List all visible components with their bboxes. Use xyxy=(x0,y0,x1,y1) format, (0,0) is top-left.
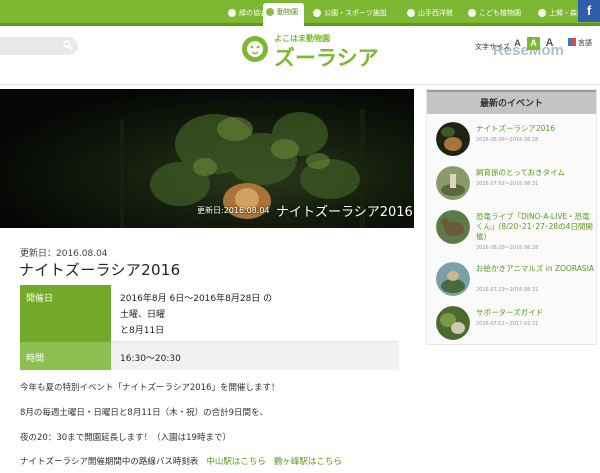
event-date: 2016.07.01～2016.08.31 xyxy=(476,181,539,187)
hero-update-date: 更新日:2016.08.04 xyxy=(197,206,270,215)
tab-yamate-western-houses[interactable]: 山手西洋館 xyxy=(404,4,453,22)
nav-dot-icon xyxy=(538,9,546,17)
tab-zoo[interactable]: 動物園 xyxy=(263,3,304,26)
period-label: 開催日 xyxy=(20,285,111,342)
time-label: 時間 xyxy=(20,342,111,370)
sidebar-heading: 最新のイベント xyxy=(427,90,596,114)
nav-dot-icon xyxy=(228,9,236,17)
font-size-medium-button[interactable]: A xyxy=(527,37,540,50)
tab-parks-sports[interactable]: 公園・スポーツ施設 xyxy=(310,4,387,22)
nav-dot-icon xyxy=(313,9,321,17)
event-thumbnail[interactable] xyxy=(436,210,470,244)
google-translate-icon xyxy=(568,38,576,46)
site-header: よこはま動物園 ズーラシア ReseMom 文字サイズ A A A 言語 xyxy=(0,29,600,85)
tab-children-botanical-garden[interactable]: こども植物園 xyxy=(465,4,521,22)
period-line: と8月11日 xyxy=(120,326,165,336)
time-value: 16:30～20:30 xyxy=(111,342,399,370)
event-thumbnail[interactable] xyxy=(436,306,470,340)
top-nav: 緑の協会 動物園 公園・スポーツ施設 山手西洋館 こども植物園 上郷・森の家 f xyxy=(0,0,600,26)
bus-timetable-text: ナイトズーラシア開催期間中の路線バス時刻表 xyxy=(20,457,199,467)
latest-events-sidebar: 最新のイベント ナイトズーラシア2016 2016.08.06～2016.08.… xyxy=(426,89,597,345)
event-title[interactable]: ナイトズーラシア2016 xyxy=(476,124,596,134)
paragraph: 今年も夏の特別イベント「ナイトズーラシア2016」を開催します！ xyxy=(20,383,280,393)
font-size-large-button[interactable]: A xyxy=(543,37,556,50)
nav-dot-icon xyxy=(407,9,415,17)
event-title[interactable]: お絵かきアニマルズ in ZOORASIA xyxy=(476,264,596,274)
facebook-icon[interactable]: f xyxy=(578,0,600,22)
event-date: 2016.08.06～2016.08.28 xyxy=(476,137,539,143)
nav-dot-icon xyxy=(468,9,476,17)
hero-title: ナイトズーラシア2016 xyxy=(276,205,413,220)
event-date: 2016.07.01～2017.03.31 xyxy=(476,321,539,327)
font-size-label: 文字サイズ xyxy=(475,43,510,51)
event-date: 2016.08.20～2016.08.28 xyxy=(476,245,539,251)
period-line: 土曜、日曜 xyxy=(120,310,166,320)
nakayama-station-link[interactable]: 中山駅はこちら xyxy=(206,457,266,467)
event-date: 2016.07.23～2016.08.31 xyxy=(476,287,539,293)
logo-title[interactable]: ズーラシア xyxy=(274,42,379,72)
tsurugamine-station-link[interactable]: 鶴ヶ峰駅はこちら xyxy=(274,457,342,467)
article-title: ナイトズーラシア2016 xyxy=(19,261,181,279)
font-size-small-button[interactable]: A xyxy=(511,37,524,50)
search-icon[interactable] xyxy=(63,40,73,50)
paragraph: 夜の20：30まで開園延長します！（入園は19時まで） xyxy=(20,433,231,443)
event-title[interactable]: サポーターズガイド xyxy=(476,308,596,318)
article-update-date: 更新日：2016.08.04 xyxy=(20,249,108,259)
lion-logo-icon[interactable] xyxy=(241,35,269,63)
tab-green-association[interactable]: 緑の協会 xyxy=(225,4,267,22)
event-title[interactable]: 恐竜ライブ「DINO-A-LIVE・恐竜くん」(8/20･21･27･28の4日… xyxy=(476,212,596,242)
event-thumbnail[interactable] xyxy=(436,166,470,200)
event-title[interactable]: 飼育係のとっておきタイム xyxy=(476,168,596,178)
paragraph: 8月の毎週土曜日・日曜日と8月11日（木・祝）の合計9日間を、 xyxy=(20,408,269,418)
nav-dot-icon xyxy=(266,8,274,16)
bus-timetable-line: ナイトズーラシア開催期間中の路線バス時刻表 中山駅はこちら 鶴ヶ峰駅はこちら xyxy=(20,455,342,467)
language-button[interactable]: 言語 xyxy=(568,38,592,48)
period-line: 2016年8月 6日～2016年8月28日 の xyxy=(120,294,273,304)
event-thumbnail[interactable] xyxy=(436,262,470,296)
event-thumbnail[interactable] xyxy=(436,122,470,156)
period-value: 2016年8月 6日～2016年8月28日 の 土曜、日曜 と8月11日 xyxy=(111,285,399,342)
